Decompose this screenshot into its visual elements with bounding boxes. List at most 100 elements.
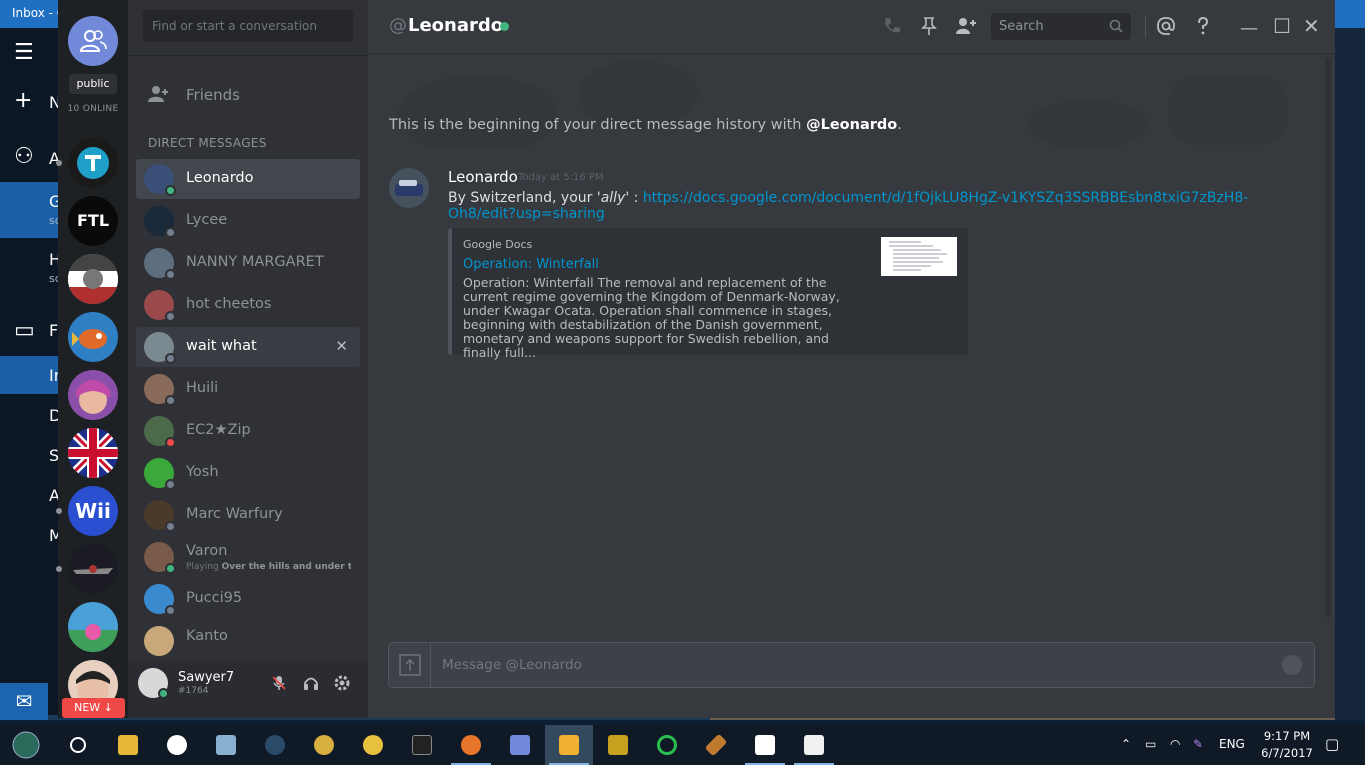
folder-icon[interactable]: ▭ bbox=[14, 320, 35, 342]
taskbar-photos[interactable] bbox=[202, 725, 250, 765]
embed-thumbnail[interactable] bbox=[881, 237, 957, 276]
mail-compose-icon[interactable]: ✉ bbox=[0, 683, 48, 720]
status-offline-indicator bbox=[165, 479, 176, 490]
avatar[interactable] bbox=[389, 168, 429, 208]
at-symbol: @ bbox=[389, 15, 407, 36]
dm-name: Marc Warfury bbox=[186, 506, 283, 522]
landscape-icon bbox=[68, 624, 118, 652]
discord-icon bbox=[559, 735, 579, 755]
embed-title-link[interactable]: Operation: Winterfall bbox=[463, 257, 599, 272]
fish-icon bbox=[72, 329, 107, 349]
find-conversation-input[interactable]: Find or start a conversation bbox=[143, 10, 353, 42]
friends-label: Friends bbox=[186, 86, 240, 104]
status-offline-indicator bbox=[165, 311, 176, 322]
message-input[interactable]: Message @Leonardo bbox=[388, 642, 1315, 688]
status-online-indicator bbox=[500, 22, 509, 31]
taskbar-timer-2[interactable] bbox=[349, 725, 397, 765]
empty-state-illustration bbox=[398, 60, 1288, 150]
dm-name: wait what bbox=[186, 338, 257, 354]
maximize-button[interactable]: ☐ bbox=[1273, 14, 1291, 38]
union-jack-icon bbox=[68, 428, 118, 478]
server-icon-splash[interactable] bbox=[68, 602, 118, 652]
friends-button[interactable]: Friends bbox=[136, 76, 360, 112]
cortana-button[interactable] bbox=[54, 725, 102, 765]
direct-messages-header: DIRECT MESSAGES bbox=[148, 136, 267, 150]
dm-item-varon[interactable]: Varon Playing Over the hills and under t… bbox=[136, 537, 360, 577]
server-icon-ship[interactable] bbox=[68, 544, 118, 594]
photos-icon bbox=[216, 735, 236, 755]
taskbar-mail[interactable] bbox=[741, 725, 789, 765]
mute-mic-icon[interactable] bbox=[270, 674, 288, 692]
clock[interactable]: 9:17 PM 6/7/2017 bbox=[1257, 728, 1317, 762]
terminal-icon bbox=[412, 735, 432, 755]
account-icon[interactable]: ⚇ bbox=[14, 146, 34, 168]
new-unread-button[interactable]: NEW ↓ bbox=[62, 698, 125, 718]
taskbar-opera[interactable] bbox=[153, 725, 201, 765]
dm-item-leonardo[interactable]: Leonardo bbox=[136, 159, 360, 199]
server-icon-uk[interactable] bbox=[68, 428, 118, 478]
taskbar-timer[interactable] bbox=[300, 725, 348, 765]
taskbar: ⌃ ▭ ◠ ✎ ENG 9:17 PM 6/7/2017 ▢ bbox=[0, 725, 1365, 765]
status-online-indicator bbox=[165, 185, 176, 196]
direct-messages-button[interactable] bbox=[68, 16, 118, 66]
dm-history-start-text: This is the beginning of your direct mes… bbox=[389, 117, 902, 133]
emoji-picker-icon[interactable] bbox=[1282, 655, 1302, 675]
dm-item-lycee[interactable]: Lycee bbox=[136, 201, 360, 241]
recipient-mention[interactable]: @Leonardo bbox=[806, 117, 897, 133]
mentions-icon[interactable] bbox=[1155, 15, 1177, 37]
start-button[interactable] bbox=[2, 725, 50, 765]
taskbar-explorer[interactable] bbox=[104, 725, 152, 765]
cortana-icon bbox=[70, 737, 86, 753]
language-indicator[interactable]: ENG bbox=[1219, 737, 1245, 751]
dm-item-kanto[interactable]: Kanto bbox=[136, 621, 360, 657]
message-author[interactable]: Leonardo bbox=[448, 168, 518, 186]
minimize-button[interactable]: — bbox=[1240, 18, 1258, 39]
server-wii-label: Wii bbox=[75, 499, 111, 523]
online-count: 10 ONLINE bbox=[67, 104, 119, 114]
server-icon-eagle[interactable] bbox=[68, 254, 118, 304]
search-input[interactable]: Search bbox=[991, 13, 1131, 40]
server-icon-magikarp[interactable] bbox=[68, 312, 118, 362]
taskbar-java[interactable] bbox=[790, 725, 838, 765]
taskbar-opera-gx[interactable] bbox=[643, 725, 691, 765]
hamburger-icon[interactable]: ☰ bbox=[14, 42, 34, 64]
upload-button[interactable] bbox=[389, 643, 431, 687]
server-icon-wii[interactable]: Wii bbox=[68, 486, 118, 536]
taskbar-sublime[interactable] bbox=[594, 725, 642, 765]
embed-description: Operation: Winterfall The removal and re… bbox=[463, 275, 840, 360]
taskbar-cmd[interactable] bbox=[398, 725, 446, 765]
dm-item-hot-cheetos[interactable]: hot cheetos bbox=[136, 285, 360, 325]
java-icon bbox=[804, 735, 824, 755]
wifi-icon[interactable]: ◠ bbox=[1170, 737, 1180, 751]
settings-gear-icon[interactable] bbox=[333, 674, 351, 692]
call-icon[interactable] bbox=[881, 15, 903, 37]
close-dm-icon[interactable]: ✕ bbox=[335, 337, 348, 355]
server-icon-t[interactable] bbox=[68, 138, 118, 188]
server-icon-ftl[interactable]: FTL bbox=[68, 196, 118, 246]
new-mail-icon[interactable]: + bbox=[14, 90, 32, 112]
dm-item-yosh[interactable]: Yosh bbox=[136, 453, 360, 493]
help-icon[interactable] bbox=[1192, 15, 1214, 37]
taskbar-steam[interactable] bbox=[251, 725, 299, 765]
dm-item-ec2zip[interactable]: EC2★Zip bbox=[136, 411, 360, 451]
add-friend-icon[interactable] bbox=[955, 15, 977, 37]
chat-scrollbar[interactable] bbox=[1325, 57, 1331, 617]
pen-icon[interactable]: ✎ bbox=[1193, 737, 1203, 751]
taskbar-discord[interactable] bbox=[496, 725, 544, 765]
show-hidden-icons[interactable]: ⌃ bbox=[1121, 737, 1131, 751]
dm-item-wait-what[interactable]: wait what ✕ bbox=[136, 327, 360, 367]
dm-name: EC2★Zip bbox=[186, 422, 251, 438]
headphones-icon[interactable] bbox=[302, 674, 320, 692]
taskbar-firefox[interactable] bbox=[447, 725, 495, 765]
dm-item-huili[interactable]: Huili bbox=[136, 369, 360, 409]
taskbar-game[interactable] bbox=[692, 725, 740, 765]
pin-icon[interactable] bbox=[918, 15, 940, 37]
close-window-button[interactable]: ✕ bbox=[1303, 14, 1320, 38]
taskbar-discord-active[interactable] bbox=[545, 725, 593, 765]
dm-item-nanny-margaret[interactable]: NANNY MARGARET bbox=[136, 243, 360, 283]
battery-icon[interactable]: ▭ bbox=[1145, 737, 1156, 751]
action-center-icon[interactable]: ▢ bbox=[1325, 735, 1339, 753]
dm-item-marc-warfury[interactable]: Marc Warfury bbox=[136, 495, 360, 535]
server-icon-purple[interactable] bbox=[68, 370, 118, 420]
dm-item-pucci95[interactable]: Pucci95 bbox=[136, 579, 360, 619]
